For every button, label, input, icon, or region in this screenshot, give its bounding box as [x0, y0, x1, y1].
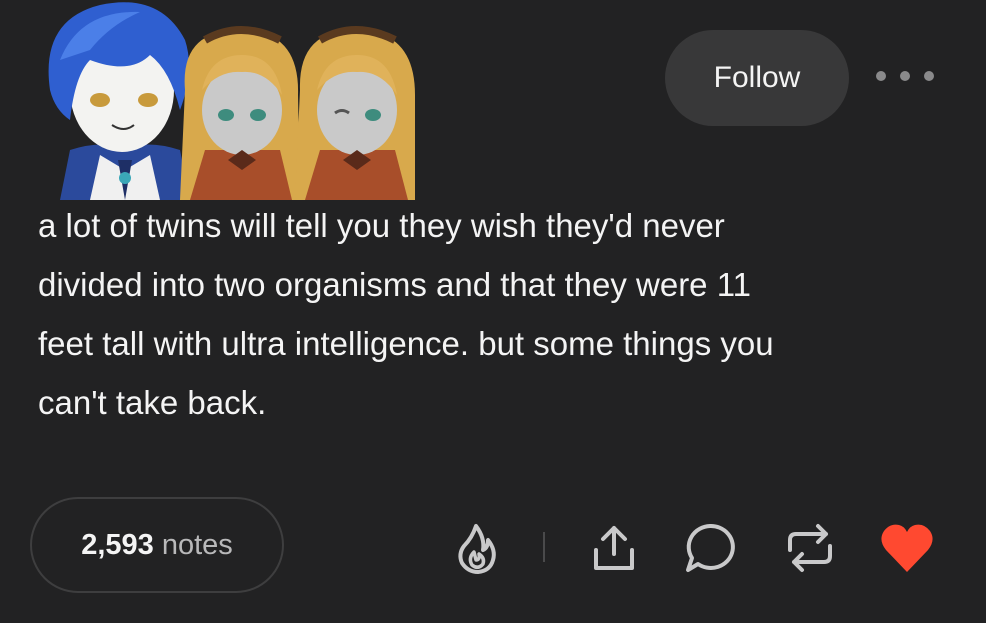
- post-line: feet tall with ultra intelligence. but s…: [38, 325, 774, 362]
- share-icon[interactable]: [588, 520, 640, 581]
- post-line: can't take back.: [38, 384, 267, 421]
- post-line: divided into two organisms and that they…: [38, 266, 751, 303]
- reply-icon[interactable]: [682, 520, 738, 581]
- avatar-illustration: [48, 2, 415, 200]
- post-body: a lot of twins will tell you they wish t…: [38, 196, 958, 432]
- avatar-twin-right: [295, 26, 415, 200]
- reblog-icon[interactable]: [782, 520, 838, 581]
- ellipsis-icon[interactable]: [876, 58, 934, 94]
- post-line: a lot of twins will tell you they wish t…: [38, 207, 725, 244]
- post-actions: [0, 520, 986, 576]
- avatar-group[interactable]: [30, 0, 420, 200]
- avatar-blue-hair: [48, 2, 190, 200]
- action-divider: [543, 532, 545, 562]
- blaze-icon[interactable]: [452, 520, 500, 581]
- avatar-twin-left: [180, 26, 300, 200]
- ellipsis-dot: [924, 71, 934, 81]
- ellipsis-dot: [876, 71, 886, 81]
- like-icon[interactable]: [878, 520, 936, 581]
- follow-button[interactable]: Follow: [665, 30, 849, 126]
- ellipsis-dot: [900, 71, 910, 81]
